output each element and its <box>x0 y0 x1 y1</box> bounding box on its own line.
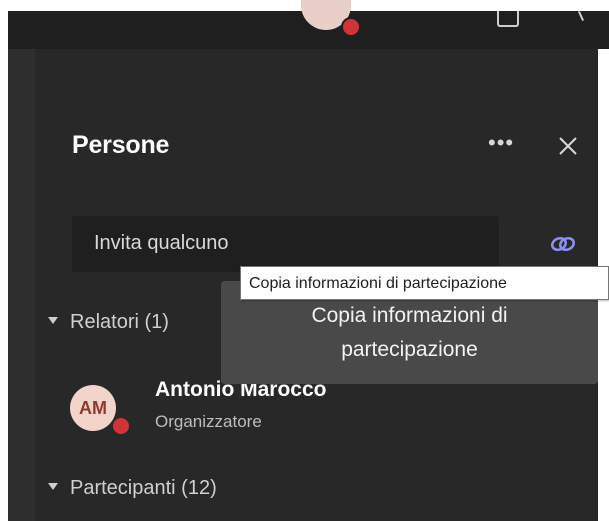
invite-input[interactable]: Invita qualcuno <box>72 216 499 272</box>
more-options-icon: ••• <box>488 130 515 155</box>
copy-join-info-button[interactable] <box>550 234 576 254</box>
busy-status-icon <box>111 416 131 436</box>
participants-label: Partecipanti (12) <box>70 477 217 499</box>
caret-down-icon <box>48 483 58 491</box>
participants-section-header[interactable]: Partecipanti (12) <box>48 477 217 500</box>
native-tooltip: Copia informazioni di partecipazione <box>240 266 609 300</box>
caret-down-icon <box>48 317 58 325</box>
avatar[interactable]: AM <box>70 385 116 431</box>
avatar-initials: AM <box>79 398 107 418</box>
presenters-label: Relatori (1) <box>70 311 169 333</box>
tooltip-line-1: Copia informazioni di <box>311 304 508 327</box>
close-panel-button[interactable] <box>555 133 581 159</box>
panel-divider <box>8 49 35 521</box>
invite-placeholder: Invita qualcuno <box>94 232 229 254</box>
teams-window: Persone ••• Invita qualcuno Relatori (1)… <box>0 0 609 521</box>
presenters-section-header[interactable]: Relatori (1) <box>48 311 169 334</box>
more-options-button[interactable]: ••• <box>488 130 528 159</box>
share-screen-icon[interactable] <box>497 11 519 27</box>
link-icon <box>550 236 576 252</box>
panel-title: Persone <box>72 131 170 159</box>
close-icon <box>559 137 577 155</box>
participant-role: Organizzatore <box>155 412 262 431</box>
busy-status-icon <box>341 17 361 37</box>
tooltip-line-2: partecipazione <box>341 338 478 361</box>
